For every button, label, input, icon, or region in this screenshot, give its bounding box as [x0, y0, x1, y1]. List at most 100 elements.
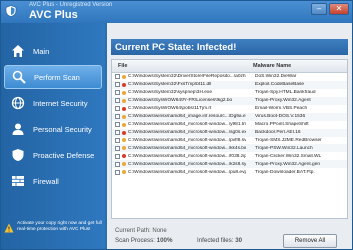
threat-level-icon: [122, 130, 126, 135]
malware-name: Trojan-Downloader.BAT.Ftp.: [255, 169, 315, 175]
malware-name: Trojan-Proxy.Win32.Agent: [255, 98, 311, 104]
shield-logo-icon: [5, 5, 17, 17]
title-bar[interactable]: AVC Plus - Unregistred Version AVC Plus …: [1, 1, 352, 23]
window-controls: – ✕: [311, 3, 349, 15]
window-title: AVC Plus: [29, 9, 78, 21]
row-checkbox[interactable]: [115, 74, 120, 80]
file-path: C:\Windows\System32\FxsTmp\bt11.dll: [128, 82, 212, 88]
table-row[interactable]: C:\Windows\SysWOW64\Fr-FR\Licenses\fkg2.…: [112, 96, 347, 105]
threat-level-icon: [122, 74, 126, 79]
table-row[interactable]: C:\Windows\winsxs\amd64_microsoft-window…: [112, 128, 347, 137]
malware-name: Macro.PPoint.ShapeShift: [255, 122, 309, 128]
file-path: C:\Windows\winsxs\amd64_microsoft-window…: [128, 153, 246, 159]
file-path: C:\Windows\System32\syspnep\3H.exe: [128, 90, 212, 96]
table-row[interactable]: C:\Windows\winsxs\amd64_microsoft-window…: [112, 137, 347, 145]
column-file[interactable]: File: [112, 63, 245, 69]
table-row[interactable]: C:\Windows\System32\FxsTmp\bt11.dll Explo…: [112, 80, 347, 89]
row-checkbox[interactable]: [115, 169, 120, 175]
table-header: File Malware Name: [112, 60, 347, 73]
sidebar-item-internet-security[interactable]: Internet Security: [4, 91, 102, 115]
threat-level-icon: [122, 114, 126, 119]
shield-icon: [10, 147, 26, 163]
table-row[interactable]: C:\Windows\System32\DriverStore\FileRepo…: [112, 73, 347, 81]
sidebar-item-perform-scan[interactable]: Perform Scan: [4, 65, 102, 89]
threat-level-icon: [122, 154, 126, 159]
person-icon: [10, 121, 26, 137]
threat-level-icon: [122, 98, 126, 103]
table-row[interactable]: C:\Windows\winsxs\amd64_image.inf.resour…: [112, 112, 347, 121]
row-checkbox[interactable]: [115, 137, 120, 143]
row-checkbox[interactable]: [115, 106, 120, 112]
scan-process-label: Scan Process:: [115, 237, 155, 244]
table-row[interactable]: C:\Windows\SysWOW64\pobs\11Tjm.rt Email-W…: [112, 105, 347, 113]
file-path: C:\Windows\winsxs\amd64_microsoft-window…: [128, 145, 246, 151]
sidebar-item-personal-security[interactable]: Personal Security: [4, 117, 102, 141]
window-subtitle: AVC Plus - Unregistred Version: [29, 2, 113, 8]
sidebar-item-main[interactable]: Main: [4, 39, 102, 63]
current-path: Current Path: None: [115, 228, 167, 234]
malware-name: Trojan-SMS.J2ME.RedBrowser: [255, 137, 322, 143]
current-path-value: None: [152, 228, 167, 234]
app-window: AVC Plus - Unregistred Version AVC Plus …: [0, 0, 353, 250]
table-row[interactable]: C:\Windows\System32\syspnep\3H.exe Trojan…: [112, 89, 347, 97]
malware-name: Email-Worm.VBS.Peach: [255, 106, 308, 112]
file-path: C:\Windows\winsxs\amd64_microsoft-window…: [128, 137, 246, 143]
file-path: C:\Windows\winsxs\amd64_microsoft-window…: [128, 161, 246, 167]
sidebar-item-label: Perform Scan: [34, 72, 80, 82]
file-path: C:\Windows\SysWOW64\pobs\11Tjm.rt: [128, 106, 212, 112]
row-checkbox[interactable]: [115, 161, 120, 167]
file-path: C:\Windows\winsxs\amd64_image.inf.resour…: [128, 114, 246, 120]
row-checkbox[interactable]: [115, 82, 120, 88]
file-path: C:\Windows\winsxs\amd64_microsoft-window…: [128, 130, 246, 136]
table-row[interactable]: C:\Windows\winsxs\amd64_microsoft-window…: [112, 152, 347, 160]
firewall-icon: [10, 173, 26, 189]
sidebar-item-label: Internet Security: [33, 98, 88, 108]
malware-name: Trojan-PSW.Win32.Launch: [255, 145, 313, 151]
globe-icon: [10, 95, 26, 111]
scan-process: Scan Process: 100%: [115, 237, 172, 244]
malware-name: Trojan-Clicker.Win32.Small.WL: [255, 153, 322, 159]
sidebar-item-label: Proactive Defense: [33, 150, 95, 160]
row-checkbox[interactable]: [115, 122, 120, 128]
threat-level-icon: [122, 170, 126, 175]
sidebar: Main Perform Scan Internet Security Pers…: [1, 23, 105, 249]
sidebar-item-label: Firewall: [33, 176, 59, 186]
infected-files-label: Infected files:: [197, 237, 234, 244]
row-checkbox[interactable]: [115, 114, 120, 120]
sidebar-item-label: Main: [33, 46, 50, 56]
main-panel: Current PC State: Infected! File Malware…: [107, 23, 352, 249]
threat-level-icon: [122, 138, 126, 143]
current-path-label: Current Path:: [115, 228, 151, 234]
column-malware-name[interactable]: Malware Name: [245, 63, 347, 69]
sidebar-item-firewall[interactable]: Firewall: [4, 169, 102, 193]
pc-state-header: Current PC State: Infected!: [111, 39, 348, 55]
remove-all-button[interactable]: Remove All: [283, 234, 337, 248]
row-checkbox[interactable]: [115, 145, 120, 151]
table-row[interactable]: C:\Windows\winsxs\amd64_microsoft-window…: [112, 121, 347, 129]
minimize-icon[interactable]: –: [311, 3, 327, 15]
malware-name: Trojan-Spy.HTML.Bankfraud: [255, 90, 316, 96]
table-row[interactable]: C:\Windows\winsxs\amd64_microsoft-window…: [112, 144, 347, 153]
threat-level-icon: [122, 146, 126, 151]
malware-name: Virus.Boot-DOS.V.1536: [255, 114, 306, 120]
sidebar-item-label: Personal Security: [33, 124, 92, 134]
malware-name: Backdoor.Perl.AEI.16: [255, 130, 301, 136]
table-row[interactable]: C:\Windows\winsxs\amd64_microsoft-window…: [112, 160, 347, 169]
row-checkbox[interactable]: [115, 98, 120, 104]
table-row[interactable]: C:\Windows\winsxs\amd64_microsoft-window…: [112, 168, 347, 176]
threat-level-icon: [122, 82, 126, 87]
row-checkbox[interactable]: [115, 90, 120, 96]
row-checkbox[interactable]: [115, 153, 120, 159]
malware-name: DoS.Win32.DieWar: [255, 74, 297, 80]
threat-level-icon: [122, 90, 126, 95]
file-path: C:\Windows\winsxs\amd64_microsoft-window…: [128, 122, 246, 128]
row-checkbox[interactable]: [115, 130, 120, 136]
sidebar-item-proactive-defense[interactable]: Proactive Defense: [4, 143, 102, 167]
home-icon: [10, 43, 26, 59]
file-path: C:\Windows\SysWOW64\Fr-FR\Licenses\fkg2.…: [128, 98, 233, 104]
close-icon[interactable]: ✕: [329, 3, 349, 15]
threat-level-icon: [122, 106, 126, 111]
promo-text: Activate your copy right now and get ful…: [17, 221, 102, 232]
activation-promo[interactable]: Activate your copy right now and get ful…: [4, 221, 102, 247]
infected-files-table[interactable]: File Malware Name C:\Windows\System32\Dr…: [111, 59, 348, 219]
